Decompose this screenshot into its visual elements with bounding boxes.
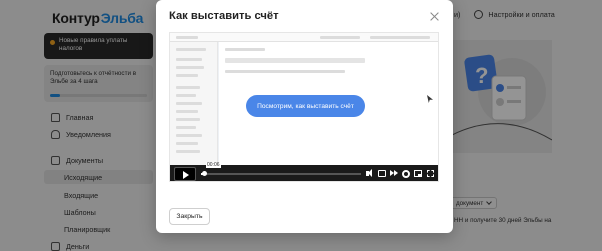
video-app-topbar: [170, 33, 438, 42]
captions-icon[interactable]: [378, 170, 386, 177]
close-button[interactable]: Закрыть: [169, 208, 210, 225]
video-modal: Как выставить счёт Посмотрим, как выстав…: [156, 0, 453, 233]
video-timeline[interactable]: [201, 173, 361, 175]
video-cta-button[interactable]: Посмотрим, как выставить счёт: [246, 95, 365, 117]
play-icon[interactable]: [174, 167, 196, 181]
volume-icon[interactable]: [366, 169, 374, 178]
fullscreen-icon[interactable]: [427, 170, 434, 177]
close-icon[interactable]: [430, 12, 440, 22]
video-player[interactable]: Посмотрим, как выставить счёт 00:06: [169, 32, 439, 182]
pip-icon[interactable]: [414, 170, 422, 177]
video-app-sidebar: [170, 42, 218, 181]
timeline-knob[interactable]: [202, 171, 208, 176]
video-time-label: 00:06: [206, 162, 221, 168]
modal-title: Как выставить счёт: [169, 10, 279, 22]
speed-icon[interactable]: [390, 169, 398, 178]
video-gear-icon[interactable]: [402, 170, 410, 178]
